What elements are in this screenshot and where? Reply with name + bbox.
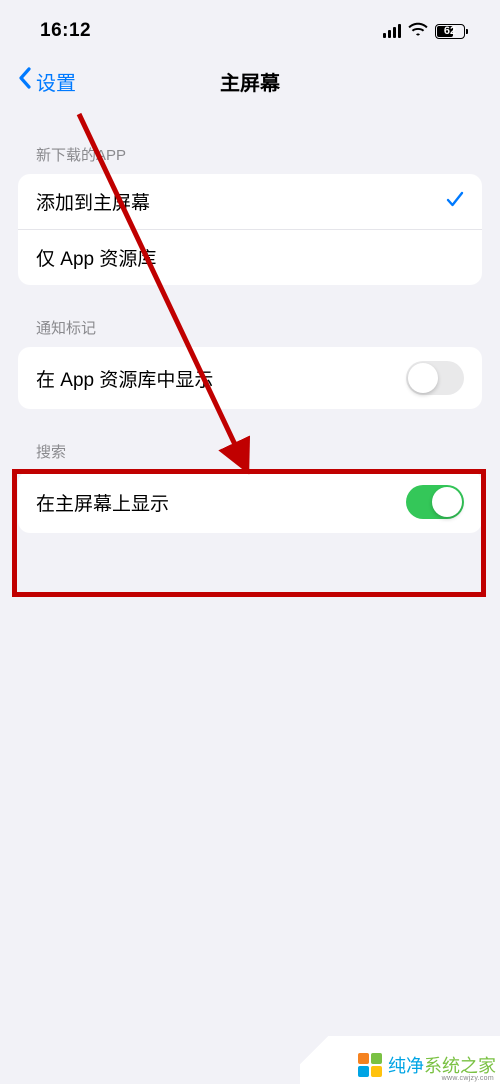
watermark-url: www.cwjzy.com	[442, 1075, 494, 1082]
row-show-on-home-screen: 在主屏幕上显示	[18, 471, 482, 533]
cellular-signal-icon	[383, 24, 402, 38]
navigation-bar: 设置 主屏幕	[0, 54, 500, 112]
back-label: 设置	[36, 67, 76, 96]
status-icons-group: 62	[383, 22, 469, 41]
section-header-badges: 通知标记	[18, 317, 482, 347]
option-label: 仅 App 资源库	[36, 244, 156, 271]
section-header-search: 搜索	[18, 441, 482, 471]
row-label: 在主屏幕上显示	[36, 489, 169, 516]
section-search: 搜索 在主屏幕上显示	[0, 441, 500, 533]
option-app-library-only[interactable]: 仅 App 资源库	[18, 230, 482, 285]
row-show-in-app-library: 在 App 资源库中显示	[18, 347, 482, 409]
page-title: 主屏幕	[220, 67, 280, 96]
watermark-logo-icon	[358, 1053, 382, 1077]
section-header-new-apps: 新下载的APP	[18, 144, 482, 174]
chevron-left-icon	[18, 66, 32, 96]
battery-icon: 62	[435, 24, 468, 39]
section-new-apps: 新下载的APP 添加到主屏幕 仅 App 资源库	[0, 144, 500, 285]
status-bar: 16:12 62	[0, 0, 500, 54]
toggle-show-on-home-screen[interactable]	[406, 485, 464, 519]
section-badges: 通知标记 在 App 资源库中显示	[0, 317, 500, 409]
status-time: 16:12	[40, 20, 91, 42]
wifi-icon	[408, 22, 428, 41]
back-button[interactable]: 设置	[18, 66, 76, 96]
option-add-to-home[interactable]: 添加到主屏幕	[18, 174, 482, 230]
toggle-show-in-app-library[interactable]	[406, 361, 464, 395]
checkmark-icon	[446, 190, 464, 213]
row-label: 在 App 资源库中显示	[36, 365, 213, 392]
option-label: 添加到主屏幕	[36, 188, 150, 215]
